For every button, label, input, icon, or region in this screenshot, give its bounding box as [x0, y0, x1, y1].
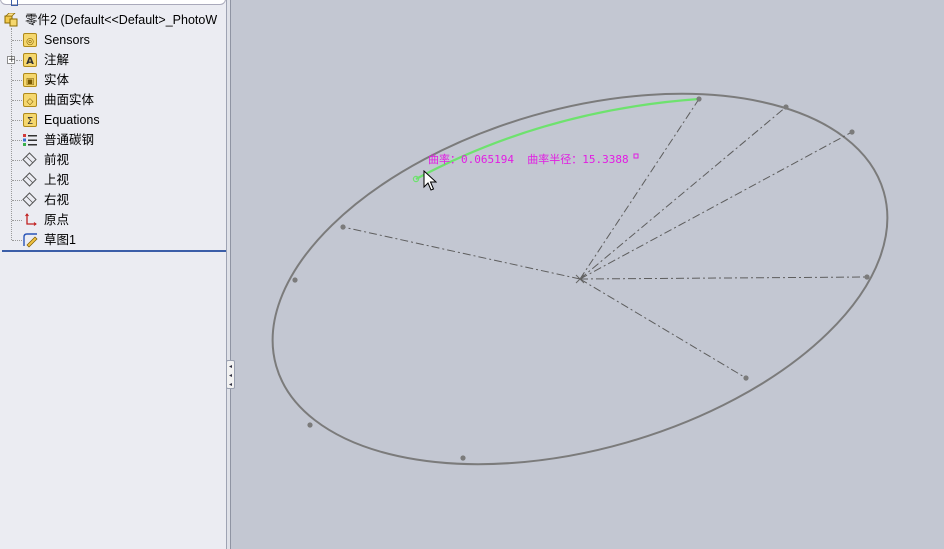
feature-manager-tree: 零件2 (Default<<Default>_PhotoW ◎ Sensors …: [0, 0, 227, 549]
tree-root-label: 零件2 (Default<<Default>_PhotoW: [25, 13, 218, 27]
tree-item-right-plane[interactable]: 右视: [0, 190, 226, 210]
tree-item-solid-bodies[interactable]: ▣ 实体: [0, 70, 226, 90]
tree-item-front-plane[interactable]: 前视: [0, 150, 226, 170]
tree-item-sketch1[interactable]: 草图1: [0, 230, 226, 250]
tree-root-part[interactable]: 零件2 (Default<<Default>_PhotoW: [0, 10, 226, 30]
tree-item-label: Equations: [44, 113, 100, 127]
tree-item-origin[interactable]: 原点: [0, 210, 226, 230]
tree-item-sensors[interactable]: ◎ Sensors: [0, 30, 226, 50]
graphics-viewport[interactable]: [232, 0, 944, 549]
construction-lines: [342, 98, 868, 379]
tree-item-label: 草图1: [44, 233, 76, 247]
plane-icon: [22, 172, 37, 187]
tree-item-label: 原点: [44, 213, 70, 227]
sensors-folder-icon: ◎: [23, 33, 37, 47]
surface-bodies-icon: ◇: [23, 93, 37, 107]
tree-item-top-plane[interactable]: 上视: [0, 170, 226, 190]
tree-item-surface-bodies[interactable]: ◇ 曲面实体: [0, 90, 226, 110]
annotations-icon: A: [23, 53, 37, 67]
origin-icon: [23, 213, 37, 227]
tree-item-label: 上视: [44, 173, 70, 187]
rollback-bar[interactable]: [2, 250, 226, 252]
tree-item-label: 注解: [44, 53, 70, 67]
solid-bodies-icon: ▣: [23, 73, 37, 87]
material-icon: [23, 133, 37, 147]
part-icon: [4, 12, 18, 27]
panel-top-tab[interactable]: [0, 0, 226, 6]
tree-item-material[interactable]: 普通碳钢: [0, 130, 226, 150]
expand-icon[interactable]: +: [7, 56, 16, 65]
tree-item-equations[interactable]: Σ Equations: [0, 110, 226, 130]
sketch-icon: [23, 233, 38, 248]
equations-icon: Σ: [23, 113, 37, 127]
tree-item-label: 前视: [44, 153, 70, 167]
tree-item-label: 普通碳钢: [44, 133, 95, 147]
tree-item-label: Sensors: [44, 33, 90, 47]
tree-item-annotations[interactable]: + A 注解: [0, 50, 226, 70]
plane-icon: [22, 192, 37, 207]
plane-icon: [22, 152, 37, 167]
tree-item-label: 右视: [44, 193, 70, 207]
tree-item-label: 实体: [44, 73, 70, 87]
tree-item-label: 曲面实体: [44, 93, 95, 107]
mouse-cursor-icon: [423, 170, 437, 191]
curvature-readout: 曲率：0.065194 曲率半径：15.3388: [428, 153, 629, 166]
readout-marker-icon: [633, 153, 639, 159]
panel-splitter[interactable]: [227, 0, 231, 549]
highlighted-curve-segment[interactable]: [415, 97, 700, 180]
